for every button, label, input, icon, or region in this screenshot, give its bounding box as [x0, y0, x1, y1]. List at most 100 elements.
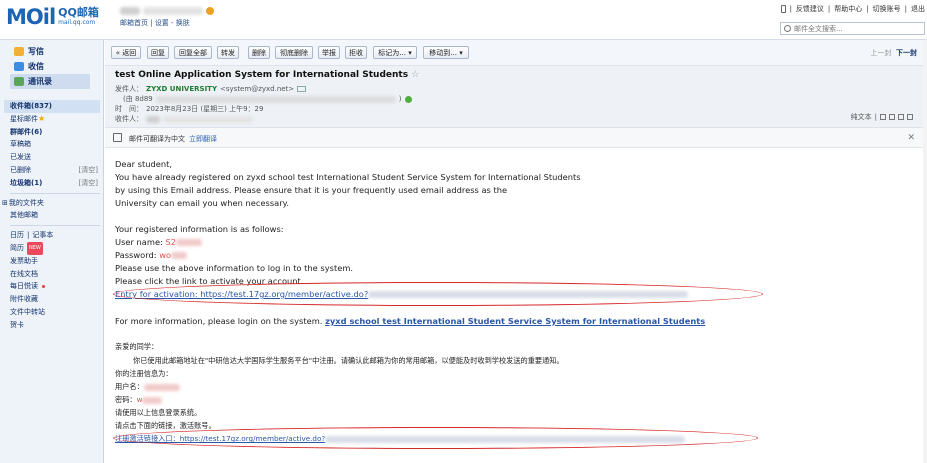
sidebar-item-other[interactable]: 其他邮箱: [10, 209, 100, 222]
delete-forever-button[interactable]: 彻底删除: [275, 46, 313, 59]
cn-password-line: 密码：w: [115, 395, 163, 405]
username-line: User name: S2: [115, 237, 203, 247]
next-mail-link[interactable]: 下一封: [896, 49, 917, 57]
settings-link[interactable]: 设置: [155, 19, 169, 27]
search-icon[interactable]: [784, 25, 791, 32]
mark-as-dropdown[interactable]: 标记为... ▾: [373, 46, 417, 59]
password-value: wo: [159, 250, 172, 260]
contact-card-icon[interactable]: [297, 86, 307, 92]
logo-mail-text: MOil: [6, 5, 56, 29]
help-link[interactable]: 帮助中心: [834, 4, 862, 14]
phone-icon[interactable]: [780, 5, 786, 13]
plain-text-link[interactable]: 纯文本: [851, 112, 872, 122]
report-button[interactable]: 举报: [318, 46, 340, 59]
to-row: 收件人：: [115, 114, 253, 124]
sidebar-item-inbox[interactable]: 收件箱(837): [4, 100, 100, 113]
paragraph-line: You have already registered on zyxd scho…: [115, 172, 581, 182]
search-input[interactable]: [794, 24, 914, 33]
cn-greeting: 亲爱的同学：: [115, 342, 159, 351]
star-icon: ★: [38, 113, 46, 123]
switch-account-link[interactable]: 切换账号: [873, 4, 901, 14]
print-icon[interactable]: [880, 114, 886, 120]
expand-icon[interactable]: ⊞: [2, 197, 8, 210]
verified-icon: [404, 95, 412, 103]
sender-name[interactable]: ZYXD UNIVERSITY: [146, 85, 217, 93]
sidebar-item-attachments[interactable]: 附件收藏: [10, 293, 100, 306]
star-outline-icon[interactable]: ☆: [411, 70, 419, 80]
logo-cn-text: QQ邮箱: [58, 6, 99, 19]
cn-activation-line: 注册激活链接入口：https://test.17gz.org/member/ac…: [115, 434, 686, 444]
sidebar-item-spam[interactable]: 垃圾箱(1) [清空]: [10, 177, 100, 190]
compose-button[interactable]: 写信: [14, 44, 103, 59]
contacts-icon: [14, 77, 24, 86]
my-folders-label: 我的文件夹: [8, 198, 44, 207]
reply-button[interactable]: 回复: [147, 46, 169, 59]
sidebar-item-daily[interactable]: 每日悦读: [10, 280, 100, 293]
reject-button[interactable]: 拒收: [345, 46, 367, 59]
close-icon[interactable]: ✕: [907, 133, 915, 143]
cn-activation-link[interactable]: 注册激活链接入口：https://test.17gz.org/member/ac…: [115, 434, 325, 443]
reply-all-button[interactable]: 回复全部: [174, 46, 212, 59]
receive-button[interactable]: 收信: [14, 59, 103, 74]
sidebar-item-resume[interactable]: 简历 NEW: [10, 241, 100, 255]
vertical-scrollbar[interactable]: [923, 40, 927, 463]
time-value: 2023年8月23日 (星期三) 上午9：29: [146, 105, 264, 113]
cn-username-redacted: [143, 383, 180, 391]
sidebar-item-transfer[interactable]: 文件中转站: [10, 306, 100, 319]
zoom-icon[interactable]: [898, 114, 904, 120]
redacted-text: [155, 95, 396, 103]
prev-mail-link[interactable]: 上一封: [871, 49, 892, 57]
sidebar-item-notes[interactable]: 记事本: [32, 229, 53, 242]
feedback-link[interactable]: 反馈建议: [796, 4, 824, 14]
resume-label: 简历: [10, 243, 24, 252]
cn-username-label: 用户名：: [115, 382, 144, 391]
daily-label: 每日悦读: [10, 282, 38, 291]
paragraph-line: by using this Email address. Please ensu…: [115, 185, 508, 195]
cn-username-line: 用户名：: [115, 382, 180, 392]
sidebar-item-sent[interactable]: 已发送: [10, 151, 100, 164]
docs-label: 在线文档: [10, 269, 38, 278]
logout-link[interactable]: 退出: [911, 4, 925, 14]
clear-spam-link[interactable]: [清空]: [79, 177, 98, 190]
contacts-button[interactable]: 通讯录: [10, 74, 90, 89]
warning-icon[interactable]: [206, 7, 214, 15]
attach-label: 附件收藏: [10, 295, 38, 304]
sidebar-item-cards[interactable]: 贺卡: [10, 319, 100, 332]
sender-email: <system@zyxd.net>: [220, 85, 295, 93]
inbox-label: 收件箱(837): [10, 102, 53, 110]
clear-deleted-link[interactable]: [清空]: [79, 164, 98, 177]
qq-mail-logo[interactable]: MOil QQ邮箱 mail.qq.com: [6, 6, 99, 32]
folder-list: 收件箱(837) 星标邮件 ★ 群邮件(6) 草稿箱 已发送 已删除 [清空] 垃圾…: [2, 100, 100, 332]
password-redacted: [171, 252, 188, 259]
more-icon[interactable]: [907, 114, 913, 120]
sidebar-item-deleted[interactable]: 已删除 [清空]: [10, 164, 100, 177]
compose-label: 写信: [28, 47, 44, 56]
divider: [10, 192, 100, 194]
forward-button[interactable]: 转发: [217, 46, 239, 59]
header-tools: 纯文本 |: [851, 112, 913, 122]
chevron-down-icon: ▾: [405, 48, 412, 57]
sidebar-item-invoice[interactable]: 发票助手: [10, 255, 100, 268]
delete-button[interactable]: 删除: [248, 46, 270, 59]
activation-link[interactable]: Entry for activation: https://test.17gz.…: [115, 289, 368, 299]
new-window-icon[interactable]: [889, 114, 895, 120]
sidebar-item-starred[interactable]: 星标邮件 ★: [10, 113, 100, 126]
translate-now-link[interactable]: 立即翻译: [189, 135, 217, 143]
sidebar-item-group[interactable]: 群邮件(6): [10, 126, 100, 139]
home-link[interactable]: 邮箱首页: [120, 19, 148, 27]
sidebar-item-drafts[interactable]: 草稿箱: [10, 138, 100, 151]
move-to-dropdown[interactable]: 移动到... ▾: [423, 46, 469, 59]
sidebar-item-docs[interactable]: 在线文档: [10, 268, 100, 281]
search-box[interactable]: [780, 22, 925, 35]
translate-icon: [113, 133, 122, 142]
time-row: 时 间： 2023年8月23日 (星期三) 上午9：29: [115, 104, 263, 114]
system-link[interactable]: zyxd school test International Student S…: [325, 316, 705, 326]
sidebar-item-calendar[interactable]: 日历 | 记事本: [10, 229, 100, 242]
skin-link[interactable]: 换肤: [176, 19, 190, 27]
message-header: test Online Application System for Inter…: [105, 66, 923, 128]
account-name-redacted: [120, 7, 140, 15]
sidebar-item-my-folders[interactable]: ⊞ 我的文件夹: [2, 197, 100, 210]
cn-password-label: 密码：: [115, 395, 137, 404]
new-badge: NEW: [27, 241, 43, 255]
back-button[interactable]: « 返回: [111, 46, 141, 59]
